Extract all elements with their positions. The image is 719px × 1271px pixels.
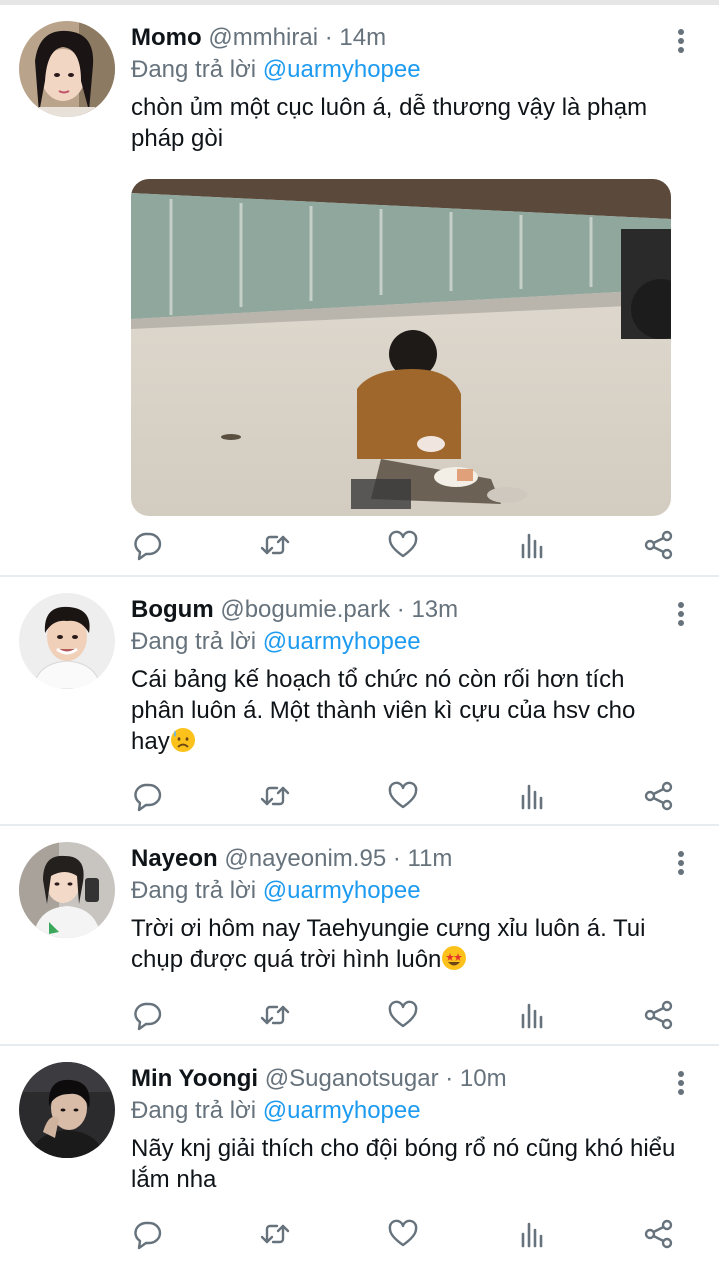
tweet-actions	[131, 529, 676, 561]
timestamp[interactable]: 11m	[408, 845, 453, 872]
share-icon[interactable]	[643, 780, 675, 812]
replying-to-mention[interactable]: @uarmyhopee	[263, 1097, 421, 1124]
display-name[interactable]: Nayeon	[131, 845, 218, 872]
reply-icon[interactable]	[131, 999, 163, 1031]
analytics-icon[interactable]	[517, 999, 549, 1031]
share-icon[interactable]	[643, 529, 675, 561]
analytics-icon[interactable]	[517, 529, 549, 561]
like-icon[interactable]	[387, 780, 419, 812]
display-name[interactable]: Bogum	[131, 596, 214, 623]
tweet-text: chòn ủm một cục luôn á, dễ thương vậy là…	[131, 94, 648, 152]
tweet-actions	[131, 1218, 676, 1250]
share-icon[interactable]	[643, 1218, 675, 1250]
retweet-icon[interactable]	[259, 529, 291, 561]
separator-dot: ·	[445, 1065, 454, 1092]
tweet-text: Cái bảng kế hoạch tổ chức nó còn rối hơn…	[131, 664, 676, 757]
replying-to: Đang trả lời @uarmyhopee	[131, 1095, 676, 1127]
like-icon[interactable]	[387, 1218, 419, 1250]
replying-to: Đang trả lời @uarmyhopee	[131, 54, 676, 86]
tweet-header: Nayeon @nayeonim.95 · 11m	[131, 843, 676, 875]
tweet-momo[interactable]: Momo @mmhirai · 14m Đang trả lời @uarmyh…	[0, 0, 719, 575]
like-icon[interactable]	[387, 529, 419, 561]
tweet-bogum[interactable]: Bogum @bogumie.park · 13m Đang trả lời @…	[0, 577, 719, 824]
replying-to-label: Đang trả lời	[131, 1097, 257, 1124]
separator-dot: ·	[324, 24, 333, 51]
tweet-actions	[131, 780, 676, 812]
separator-dot: ·	[396, 596, 405, 623]
tweet-media-image[interactable]	[131, 179, 671, 516]
tweet-header: Bogum @bogumie.park · 13m	[131, 594, 676, 626]
username[interactable]: @bogumie.park	[220, 596, 390, 623]
display-name[interactable]: Min Yoongi	[131, 1065, 258, 1092]
reply-icon[interactable]	[131, 529, 163, 561]
retweet-icon[interactable]	[259, 780, 291, 812]
username[interactable]: @mmhirai	[208, 24, 318, 51]
timestamp[interactable]: 14m	[339, 24, 386, 51]
reply-icon[interactable]	[131, 780, 163, 812]
timestamp[interactable]: 10m	[460, 1065, 507, 1092]
timestamp[interactable]: 13m	[411, 596, 458, 623]
replying-to-mention[interactable]: @uarmyhopee	[263, 877, 421, 904]
tweet-header: Min Yoongi @Suganotsugar · 10m	[131, 1063, 676, 1095]
display-name[interactable]: Momo	[131, 24, 202, 51]
share-icon[interactable]	[643, 999, 675, 1031]
retweet-icon[interactable]	[259, 999, 291, 1031]
like-icon[interactable]	[387, 999, 419, 1031]
replying-to-mention[interactable]: @uarmyhopee	[263, 628, 421, 655]
tweet-text: Nãy knj giải thích cho đội bóng rổ nó cũ…	[131, 1135, 676, 1193]
replying-to: Đang trả lời @uarmyhopee	[131, 875, 676, 907]
tweet-text-body: Trời ơi hôm nay Taehyungie cưng xỉu luôn…	[131, 915, 646, 973]
separator-dot: ·	[392, 845, 401, 872]
username[interactable]: @Suganotsugar	[265, 1065, 439, 1092]
retweet-icon[interactable]	[259, 1218, 291, 1250]
star-struck-face-icon	[442, 946, 467, 970]
tweet-header: Momo @mmhirai · 14m	[131, 22, 676, 54]
replying-to-mention[interactable]: @uarmyhopee	[263, 56, 421, 83]
replying-to-label: Đang trả lời	[131, 628, 257, 655]
tweet-nayeon[interactable]: Nayeon @nayeonim.95 · 11m Đang trả lời @…	[0, 826, 719, 1044]
avatar[interactable]	[19, 842, 115, 938]
reply-icon[interactable]	[131, 1218, 163, 1250]
tweet-actions	[131, 999, 676, 1031]
avatar[interactable]	[19, 1062, 115, 1158]
tweet-min-yoongi[interactable]: Min Yoongi @Suganotsugar · 10m Đang trả …	[0, 1046, 719, 1271]
avatar[interactable]	[19, 21, 115, 117]
avatar[interactable]	[19, 593, 115, 689]
sad-sweat-face-icon	[170, 728, 195, 752]
replying-to-label: Đang trả lời	[131, 56, 257, 83]
tweet-text-body: Cái bảng kế hoạch tổ chức nó còn rối hơn…	[131, 666, 636, 755]
replying-to: Đang trả lời @uarmyhopee	[131, 626, 676, 658]
replying-to-label: Đang trả lời	[131, 877, 257, 904]
username[interactable]: @nayeonim.95	[224, 845, 386, 872]
tweet-text: Trời ơi hôm nay Taehyungie cưng xỉu luôn…	[131, 913, 676, 975]
analytics-icon[interactable]	[517, 780, 549, 812]
analytics-icon[interactable]	[517, 1218, 549, 1250]
